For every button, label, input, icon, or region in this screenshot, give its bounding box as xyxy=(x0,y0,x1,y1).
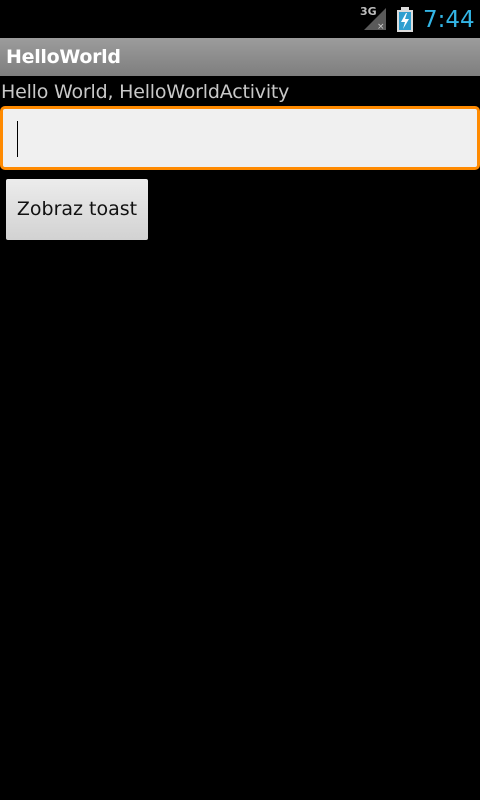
status-bar: 3G × 7:44 xyxy=(0,0,480,38)
signal-strength-icon: × xyxy=(364,8,386,32)
text-cursor xyxy=(17,121,18,157)
show-toast-button[interactable]: Zobraz toast xyxy=(6,179,148,240)
text-input-field[interactable] xyxy=(0,106,480,170)
status-clock: 7:44 xyxy=(423,7,475,33)
signal-no-service-icon: 3G × xyxy=(360,6,388,32)
battery-charging-icon xyxy=(396,7,414,32)
app-title: HelloWorld xyxy=(6,46,121,68)
title-bar: HelloWorld xyxy=(0,38,480,76)
svg-text:×: × xyxy=(377,22,385,32)
hello-text-view: Hello World, HelloWorldActivity xyxy=(1,81,290,103)
